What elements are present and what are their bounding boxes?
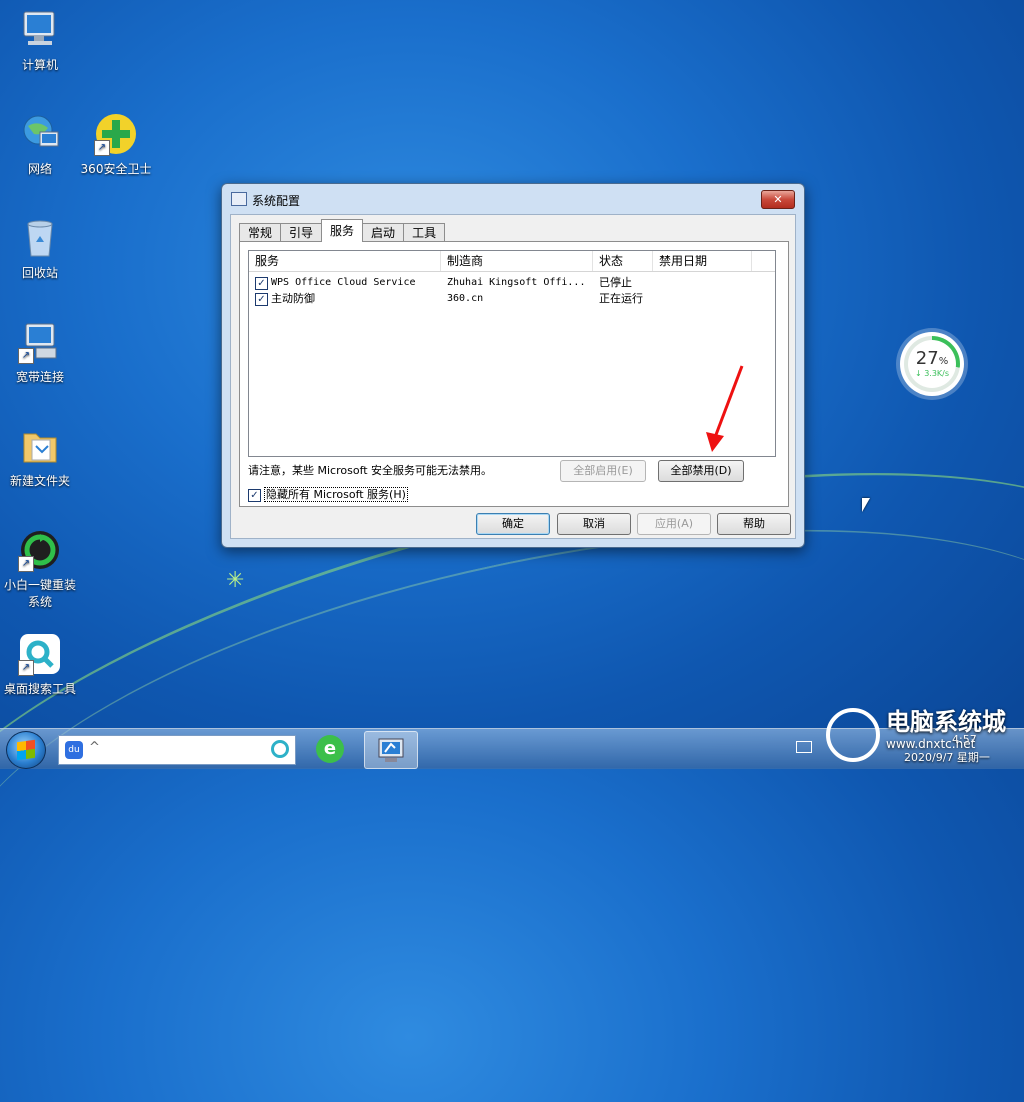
desktop-icon-network[interactable]: 网络: [2, 112, 78, 177]
recycle-bin-icon: [18, 216, 62, 260]
disable-all-button[interactable]: 全部禁用(D): [658, 460, 744, 482]
service-checkbox[interactable]: ✓: [255, 293, 268, 306]
shortcut-arrow-icon: ↗: [18, 348, 34, 364]
service-status: 已停止: [599, 276, 632, 289]
folder-icon: [18, 424, 62, 468]
watermark-logo-icon: [826, 708, 880, 762]
shortcut-arrow-icon: ↗: [18, 556, 34, 572]
wallpaper-leaf: ✳: [226, 568, 245, 593]
shortcut-arrow-icon: ↗: [18, 660, 34, 676]
column-header-service[interactable]: 服务: [249, 251, 441, 271]
close-button[interactable]: ✕: [761, 190, 795, 209]
browser-icon: e: [316, 735, 344, 763]
cancel-button[interactable]: 取消: [557, 513, 631, 535]
tab-boot[interactable]: 引导: [280, 223, 323, 242]
tab-services[interactable]: 服务: [321, 219, 364, 242]
speed-percent-sign: %: [938, 356, 949, 367]
column-header-manufacturer[interactable]: 制造商: [441, 251, 593, 271]
speed-rate: ↓ 3.3K/s: [914, 369, 950, 378]
tab-general[interactable]: 常规: [239, 223, 282, 242]
network-speed-widget[interactable]: 27% ↓ 3.3K/s: [900, 332, 964, 396]
desktop-icon-label: 新建文件夹: [9, 474, 70, 488]
search-tool-icon[interactable]: [271, 740, 289, 758]
help-button[interactable]: 帮助: [717, 513, 791, 535]
speed-ring: 27% ↓ 3.3K/s: [904, 336, 960, 392]
service-disabled-date: [659, 291, 749, 307]
desktop-icon-label: 桌面搜索工具: [3, 682, 76, 696]
taskbar-msconfig-app[interactable]: [364, 731, 418, 769]
watermark-url: www.dnxtc.net: [886, 737, 976, 751]
mouse-cursor-icon: [862, 498, 870, 512]
taskbar-browser-app[interactable]: e: [304, 731, 356, 767]
tab-startup[interactable]: 启动: [362, 223, 405, 242]
tab-strip: 常规 引导 服务 启动 工具: [239, 219, 446, 242]
desktop-icon-label: 小白一键重装系统: [3, 578, 76, 609]
desktop-icon-label: 计算机: [21, 58, 58, 72]
table-row[interactable]: ✓ 主动防御 360.cn 正在运行: [249, 291, 773, 307]
network-icon: [18, 112, 62, 156]
keyboard-icon[interactable]: [796, 741, 812, 753]
start-button[interactable]: [6, 731, 46, 769]
desktop-icon-computer[interactable]: 计算机: [2, 8, 78, 73]
desktop-icon-label: 360安全卫士: [80, 162, 152, 176]
table-row[interactable]: ✓ WPS Office Cloud Service Zhuhai Kingso…: [249, 275, 773, 291]
xiaobai-reinstall-icon: ↗: [18, 528, 62, 572]
desktop-icon-label: 回收站: [21, 266, 58, 280]
enable-all-button[interactable]: 全部启用(E): [560, 460, 646, 482]
desktop-icon-label: 网络: [27, 162, 52, 176]
search-input[interactable]: [103, 739, 257, 759]
hide-ms-services-checkbox[interactable]: ✓: [248, 488, 261, 502]
desktop-icon-xiaobai[interactable]: ↗ 小白一键重装系统: [2, 528, 78, 610]
baidu-icon: du: [65, 741, 83, 759]
annotation-arrow-icon: [706, 365, 744, 452]
ok-button[interactable]: 确定: [476, 513, 550, 535]
service-name: 主动防御: [271, 292, 315, 305]
desktop-icon-broadband[interactable]: ↗ 宽带连接: [2, 320, 78, 385]
service-status: 正在运行: [599, 292, 643, 305]
desktop-icon-new-folder[interactable]: 新建文件夹: [2, 424, 78, 489]
tab-tools[interactable]: 工具: [403, 223, 446, 242]
windows-logo-icon: [17, 739, 35, 761]
services-list[interactable]: 服务 制造商 状态 禁用日期 ✓ WPS Office Cloud Servic…: [248, 250, 776, 457]
list-header: 服务 制造商 状态 禁用日期: [249, 251, 775, 272]
service-disabled-date: [659, 275, 749, 291]
broadband-connection-icon: ↗: [18, 320, 62, 364]
column-header-status[interactable]: 状态: [593, 251, 653, 271]
tray-date[interactable]: 2020/9/7 星期一: [904, 749, 990, 765]
apply-button[interactable]: 应用(A): [637, 513, 711, 535]
desktop-icon-360[interactable]: ↗ 360安全卫士: [78, 112, 154, 177]
system-config-app-icon: [231, 192, 247, 206]
system-config-icon: [378, 738, 404, 762]
service-manufacturer: Zhuhai Kingsoft Offi...: [447, 277, 586, 288]
watermark: 电脑系统城 www.dnxtc.net: [886, 702, 1006, 751]
desktop-icon-search-tool[interactable]: ↗ 桌面搜索工具: [2, 632, 78, 697]
service-name: WPS Office Cloud Service: [271, 277, 416, 288]
column-header-disabled-date[interactable]: 禁用日期: [653, 251, 752, 271]
baidu-search-box[interactable]: du ^: [58, 735, 296, 765]
window-title: 系统配置: [252, 194, 301, 208]
watermark-title: 电脑系统城: [886, 708, 1006, 736]
service-checkbox[interactable]: ✓: [255, 277, 268, 290]
service-manufacturer: 360.cn: [447, 293, 484, 304]
desktop-icon-recycle-bin[interactable]: 回收站: [2, 216, 78, 281]
title-bar[interactable]: 系统配置 ✕: [222, 184, 804, 214]
desktop-search-tool-icon: ↗: [18, 632, 62, 676]
computer-icon: [18, 8, 62, 52]
hide-ms-services-option[interactable]: ✓ 隐藏所有 Microsoft 服务(H): [248, 486, 408, 502]
ms-services-note: 请注意，某些 Microsoft 安全服务可能无法禁用。: [248, 464, 493, 477]
shortcut-arrow-icon: ↗: [94, 140, 110, 156]
desktop-icon-label: 宽带连接: [15, 370, 64, 384]
chevron-up-icon: ^: [89, 740, 100, 755]
speed-percent: 27: [915, 348, 939, 369]
360-security-icon: ↗: [94, 112, 138, 156]
hide-ms-services-label: 隐藏所有 Microsoft 服务(H): [264, 487, 408, 502]
